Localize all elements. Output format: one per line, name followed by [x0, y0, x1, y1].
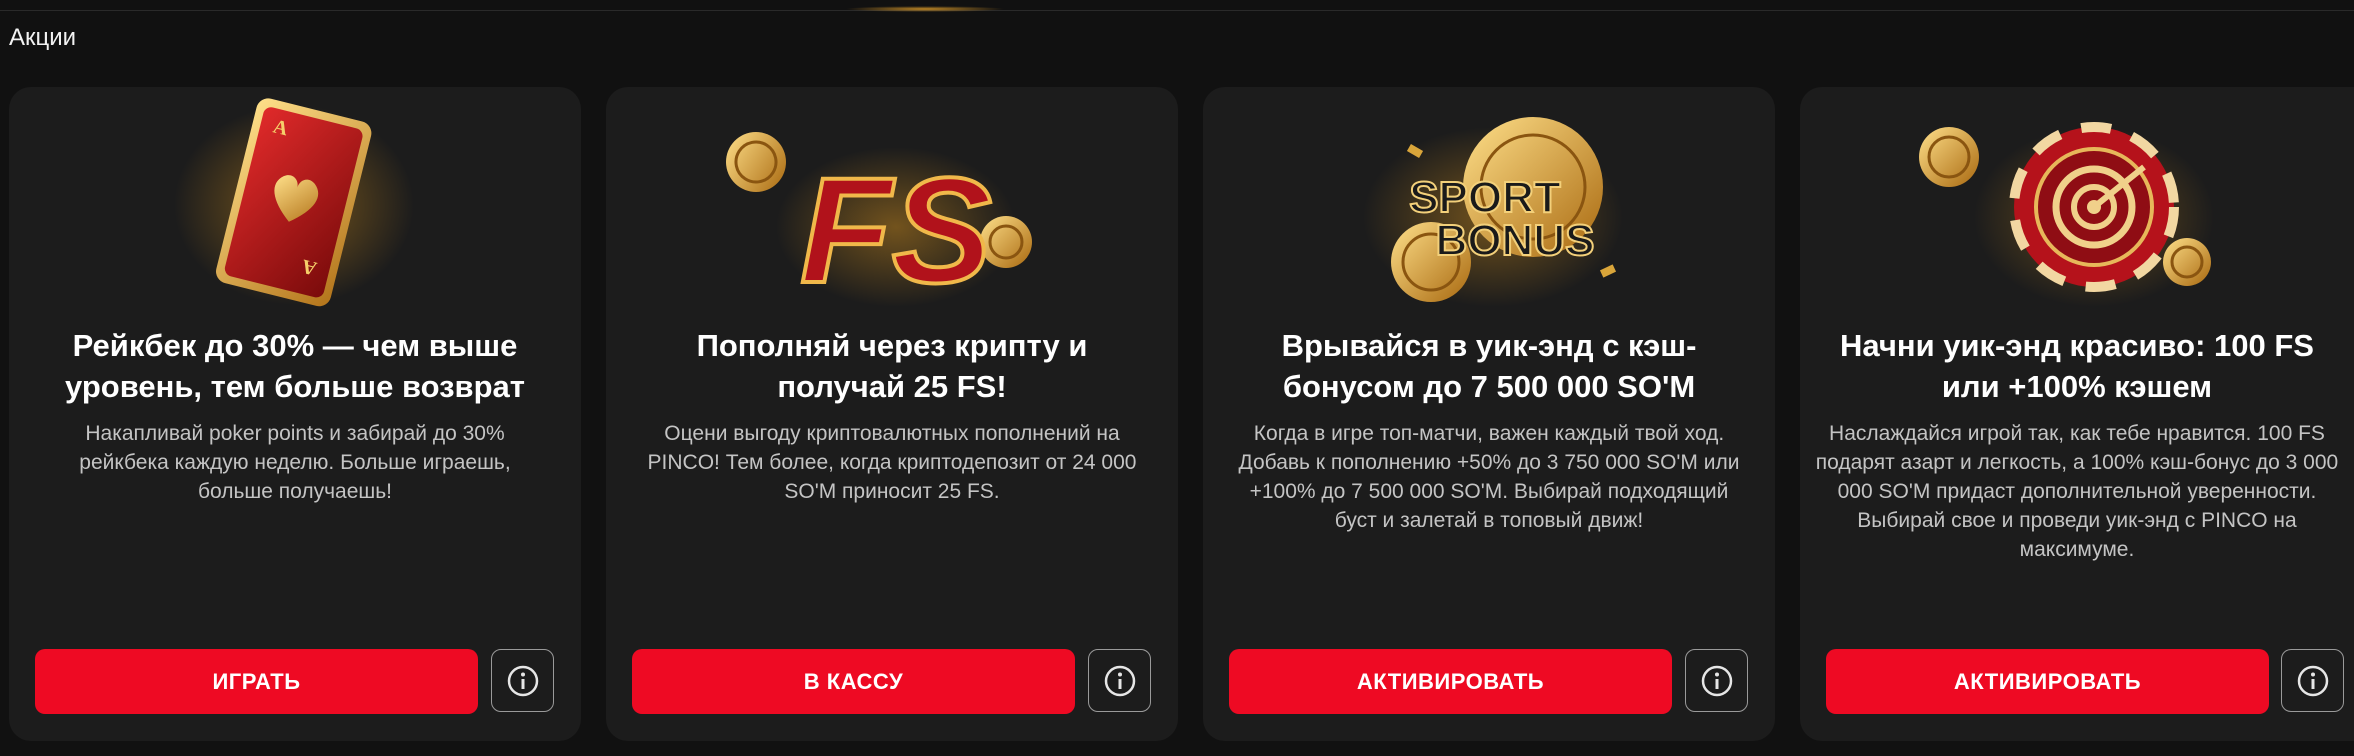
info-button[interactable]: [2281, 649, 2344, 712]
bonus-art-text: BONUS: [1436, 216, 1595, 265]
promo-card-crypto: FS Пополняй через крипту и получай 25 FS…: [606, 87, 1178, 741]
sport-art-text: SPORT: [1409, 173, 1561, 222]
info-button[interactable]: [1088, 649, 1151, 712]
info-button[interactable]: [1685, 649, 1748, 712]
promo-title: Врывайся в уик-энд с кэш-бонусом до 7 50…: [1281, 328, 1697, 404]
cashier-button[interactable]: В КАССУ: [632, 649, 1075, 714]
gold-playing-card-heart-icon: A A: [174, 98, 414, 307]
promo-title: Рейкбек до 30% — чем выше уровень, тем б…: [65, 328, 525, 404]
info-icon: [1701, 665, 1732, 696]
promo-description: Накапливай poker points и забирай до 30%…: [79, 422, 511, 503]
promotions-page: Акции A A Рейкбек до 30% — чем выше уров…: [0, 0, 2354, 756]
promo-description: Наслаждайся игрой так, как тебе нравится…: [1815, 422, 2339, 561]
fs-letters-coins-icon: FS: [726, 132, 1032, 307]
casino-chip-target-icon: [1919, 122, 2214, 307]
activate-button[interactable]: АКТИВИРОВАТЬ: [1826, 649, 2269, 714]
info-button[interactable]: [491, 649, 554, 712]
promo-title: Начни уик-энд красиво: 100 FS или +100% …: [1840, 328, 2314, 404]
info-icon: [2297, 665, 2328, 696]
fs-art-text: FS: [800, 146, 992, 307]
promo-description: Оцени выгоду криптовалютных пополнений н…: [647, 422, 1137, 503]
activate-button[interactable]: АКТИВИРОВАТЬ: [1229, 649, 1672, 714]
top-divider: [0, 10, 2354, 11]
promo-card-weekend: Начни уик-энд красиво: 100 FS или +100% …: [1800, 87, 2354, 741]
top-glow-accent: [845, 6, 1005, 12]
section-title: Акции: [9, 24, 77, 51]
promo-card-rakeback: A A Рейкбек до 30% — чем выше уровень, т…: [9, 87, 581, 741]
promo-card-sport-bonus: SPORT BONUS Врывайся в уик-энд с кэш-бон…: [1203, 87, 1775, 741]
promo-description: Когда в игре топ-матчи, важен каждый тво…: [1238, 422, 1740, 532]
play-button[interactable]: ИГРАТЬ: [35, 649, 478, 714]
promo-title: Пополняй через крипту и получай 25 FS!: [696, 328, 1088, 404]
info-icon: [1104, 665, 1135, 696]
info-icon: [507, 665, 538, 696]
sport-bonus-coins-icon: SPORT BONUS: [1363, 117, 1623, 307]
